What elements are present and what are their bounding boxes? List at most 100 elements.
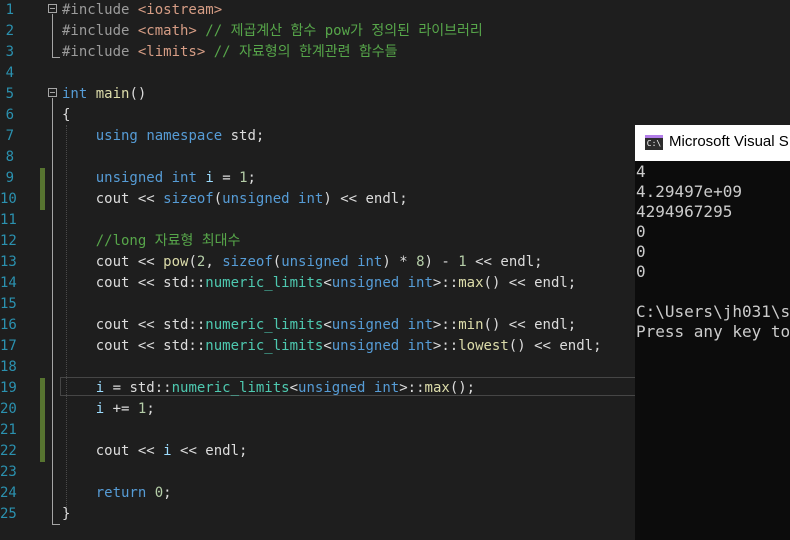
line-number: 11 xyxy=(0,212,17,228)
change-indicator xyxy=(40,168,45,210)
code-token: int xyxy=(62,86,88,102)
fold-guide xyxy=(52,14,53,57)
line-number: 22 xyxy=(0,443,17,459)
line-number: 5 xyxy=(5,86,14,102)
code-token: unsigned xyxy=(331,338,400,354)
code-token: ; xyxy=(163,485,172,501)
code-token: numeric_limits xyxy=(205,317,324,333)
console-titlebar[interactable]: C:\ Microsoft Visual S xyxy=(635,125,790,161)
code-line[interactable]: cout << std::numeric_limits<unsigned int… xyxy=(62,315,577,336)
code-token: cout << std:: xyxy=(62,338,206,354)
code-token: sizeof xyxy=(163,191,214,207)
line-number: 24 xyxy=(0,485,17,501)
line-number: 2 xyxy=(5,23,14,39)
code-token: std; xyxy=(222,128,265,144)
code-line[interactable]: //long 자료형 최대수 xyxy=(62,231,241,252)
code-token: int xyxy=(357,254,383,270)
code-token: (); xyxy=(449,380,476,396)
line-number: 20 xyxy=(0,401,17,417)
line-number: 15 xyxy=(0,296,17,312)
code-token: () xyxy=(129,86,147,102)
code-line[interactable]: cout << std::numeric_limits<unsigned int… xyxy=(62,273,577,294)
code-token: #include xyxy=(62,2,138,18)
console-line: 4.29497e+09 xyxy=(636,182,742,201)
line-number: 9 xyxy=(5,170,14,186)
code-token: i xyxy=(205,170,214,186)
code-token: cout << xyxy=(62,254,164,270)
code-line[interactable]: cout << pow(2, sizeof(unsigned int) * 8)… xyxy=(62,252,543,273)
code-token: ) << endl; xyxy=(323,191,408,207)
code-line[interactable]: #include <cmath> // 제곱계산 함수 pow가 정의된 라이브… xyxy=(62,21,483,42)
line-number: 12 xyxy=(0,233,17,249)
line-number: 8 xyxy=(5,149,14,165)
code-token: 0 xyxy=(154,485,164,501)
line-number: 17 xyxy=(0,338,17,354)
code-token: = std:: xyxy=(104,380,172,396)
code-line[interactable]: int main() xyxy=(62,84,146,105)
code-token: < xyxy=(323,338,332,354)
code-token: >:: xyxy=(432,275,459,291)
code-token: 1 xyxy=(458,254,467,270)
console-line: 0 xyxy=(636,242,646,261)
code-line[interactable]: #include <limits> // 자료형의 한계관련 함수들 xyxy=(62,42,398,63)
code-token: int xyxy=(407,275,433,291)
code-token: = xyxy=(213,170,240,186)
code-line[interactable]: using namespace std; xyxy=(62,126,265,147)
code-token: <iostream> xyxy=(137,2,223,18)
console-app-icon: C:\ xyxy=(645,135,663,150)
console-line: C:\Users\jh031\s xyxy=(636,302,790,321)
console-output: 4 4.29497e+09 4294967295 0 0 0 C:\Users\jh031\… xyxy=(636,162,790,342)
fold-guide-end xyxy=(52,524,60,525)
code-token: numeric_limits xyxy=(171,380,290,396)
code-token: int xyxy=(298,191,324,207)
code-line[interactable]: cout << std::numeric_limits<unsigned int… xyxy=(62,336,602,357)
console-title: Microsoft Visual S xyxy=(669,133,789,150)
code-line[interactable]: } xyxy=(62,504,70,525)
collapse-toggle-icon[interactable] xyxy=(48,88,57,97)
line-number: 1 xyxy=(5,2,14,18)
code-line[interactable]: { xyxy=(62,105,70,126)
code-token: unsigned xyxy=(331,317,400,333)
code-token: ) - xyxy=(424,254,459,270)
code-token: < xyxy=(323,275,332,291)
line-number-gutter: 1 2 3 4 5 6 7 8 9 10 11 12 13 14 15 16 17 18 19 20 21 22 23 24 2… xyxy=(0,0,44,540)
code-token: main xyxy=(95,86,130,102)
code-token: ( xyxy=(188,254,197,270)
code-token: int xyxy=(407,338,433,354)
code-line[interactable]: return 0; xyxy=(62,483,172,504)
fold-guide-end xyxy=(52,57,60,58)
code-line[interactable]: i += 1; xyxy=(62,399,155,420)
code-token: int xyxy=(407,317,433,333)
code-token: unsigned xyxy=(331,275,400,291)
code-token: >:: xyxy=(399,380,425,396)
collapse-toggle-icon[interactable] xyxy=(48,4,57,13)
code-token: int xyxy=(171,170,197,186)
code-token: ( xyxy=(213,191,223,207)
code-token: unsigned xyxy=(222,191,290,207)
code-line[interactable]: i = std::numeric_limits<unsigned int>::m… xyxy=(62,378,475,399)
code-token: << endl; xyxy=(466,254,543,270)
code-line[interactable]: cout << i << endl; xyxy=(62,441,248,462)
line-number: 6 xyxy=(5,107,14,123)
console-window[interactable]: C:\ Microsoft Visual S 4 4.29497e+09 42949… xyxy=(635,125,790,540)
line-number: 19 xyxy=(0,380,17,396)
code-token: ( xyxy=(272,254,282,270)
code-line[interactable]: cout << sizeof(unsigned int) << endl; xyxy=(62,189,408,210)
code-token: min xyxy=(458,317,484,333)
line-number: 13 xyxy=(0,254,17,270)
code-line[interactable]: #include <iostream> xyxy=(62,0,222,21)
code-token: cout << std:: xyxy=(62,275,206,291)
code-line[interactable]: unsigned int i = 1; xyxy=(62,168,256,189)
code-token: cout << xyxy=(62,443,164,459)
code-token: cout << xyxy=(62,191,164,207)
code-token: int xyxy=(373,380,400,396)
code-token: >:: xyxy=(432,338,459,354)
